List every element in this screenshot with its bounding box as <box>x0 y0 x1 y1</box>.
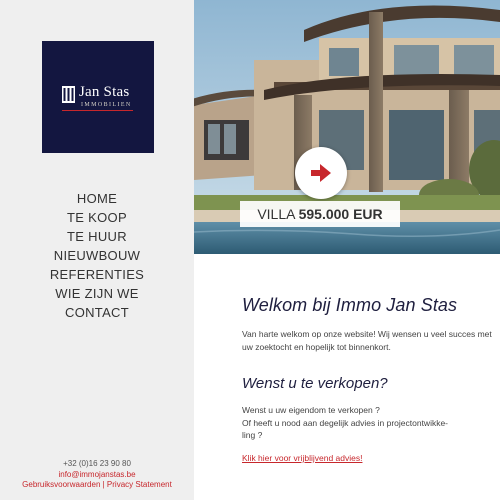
hero-image: VILLA 595.000 EUR <box>194 0 500 254</box>
property-type: VILLA <box>257 206 295 222</box>
advice-link[interactable]: Klik hier voor vrijblijvend advies! <box>242 453 362 463</box>
nav-item-nieuwbouw[interactable]: NIEUWBOUW <box>0 246 194 265</box>
legal-links[interactable]: Gebruiksvoorwaarden | Privacy Statement <box>0 480 194 491</box>
sell-line-2: Of heeft u nood aan degelijk advies in p… <box>242 417 449 428</box>
arrow-right-icon <box>311 164 331 182</box>
nav-item-te-huur[interactable]: TE HUUR <box>0 227 194 246</box>
next-button[interactable] <box>295 147 347 199</box>
sell-title: Wenst u te verkopen? <box>242 375 388 392</box>
email-link[interactable]: info@immojanstas.be <box>0 470 194 481</box>
logo-name: Jan Stas <box>79 84 130 100</box>
sell-text: Wenst u uw eigendom te verkopen ? Of hee… <box>242 404 488 442</box>
nav-item-referenties[interactable]: REFERENTIES <box>0 265 194 284</box>
price-label[interactable]: VILLA 595.000 EUR <box>240 201 400 227</box>
sell-line-1: Wenst u uw eigendom te verkopen ? <box>242 405 380 415</box>
sidebar: Jan Stas IMMOBILIEN HOME TE KOOP TE HUUR… <box>0 0 194 500</box>
building-icon <box>62 86 75 103</box>
contact-info: +32 (0)16 23 90 80 info@immojanstas.be G… <box>0 459 194 491</box>
main-content: Welkom bij Immo Jan Stas Van harte welko… <box>242 295 492 463</box>
welcome-text: Van harte welkom op onze website! Wij we… <box>242 329 492 352</box>
sell-line-3: ling ? <box>242 430 263 440</box>
logo-divider <box>62 110 133 111</box>
nav-item-contact[interactable]: CONTACT <box>0 303 194 322</box>
main-nav: HOME TE KOOP TE HUUR NIEUWBOUW REFERENTI… <box>0 189 194 322</box>
welcome-title: Welkom bij Immo Jan Stas <box>242 295 458 315</box>
logo-subtitle: IMMOBILIEN <box>81 102 132 108</box>
nav-item-wie-zijn-we[interactable]: WIE ZIJN WE <box>0 284 194 303</box>
property-price: 595.000 EUR <box>298 206 383 222</box>
nav-item-home[interactable]: HOME <box>0 189 194 208</box>
nav-item-te-koop[interactable]: TE KOOP <box>0 208 194 227</box>
phone-number: +32 (0)16 23 90 80 <box>63 459 131 468</box>
logo[interactable]: Jan Stas IMMOBILIEN <box>42 41 154 153</box>
